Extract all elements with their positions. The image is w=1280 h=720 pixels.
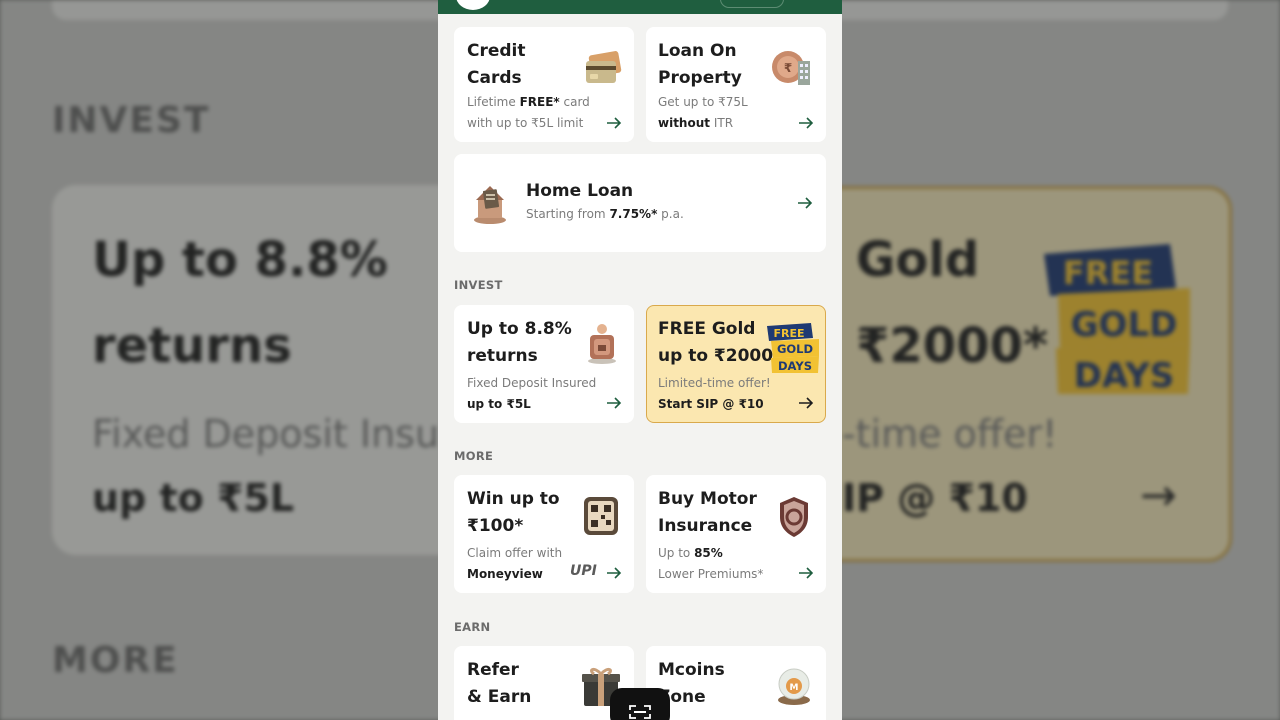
credit-cards-sub-2: with up to ₹5L limit (467, 116, 584, 130)
credit-cards-title-2: Cards (467, 68, 522, 88)
win-title-2: ₹100* (467, 516, 524, 536)
gold-sub-2: Start SIP @ ₹10 (658, 394, 764, 415)
qr-code-icon (584, 497, 618, 535)
win-title-1: Win up to (467, 489, 560, 509)
win-sub-2: Moneyview (467, 564, 543, 585)
arrow-right-icon[interactable] (798, 117, 814, 129)
upi-logo: UPI (570, 563, 597, 579)
house-document-icon (474, 186, 506, 224)
lop-title-1: Loan On (658, 41, 737, 61)
credit-sub-bold: FREE* (519, 95, 560, 109)
arrow-right-icon[interactable] (798, 397, 814, 409)
motor-title-2: Insurance (658, 516, 753, 536)
gold-title-1: FREE Gold (658, 319, 756, 339)
motor-title-1: Buy Motor (658, 489, 757, 509)
app-header (438, 0, 842, 14)
arrow-right-icon[interactable] (606, 397, 622, 409)
coin-building-icon: ₹ (772, 51, 810, 85)
lop-sub-bold: without (658, 116, 711, 130)
credit-cards-sub-1: Lifetime FREE* card (467, 92, 590, 113)
gold-sub-1: Limited-time offer! (658, 376, 771, 390)
refer-title-2: & Earn (467, 687, 532, 707)
home-sub-post: p.a. (657, 207, 684, 221)
fd-sub-bold: up to ₹5L (467, 397, 531, 411)
arrow-right-icon[interactable] (797, 197, 813, 209)
motor-insurance-card[interactable]: Buy Motor Insurance Up to 85% Lower Prem… (646, 475, 826, 593)
scan-icon (629, 705, 651, 719)
free-gold-card[interactable]: FREE Gold up to ₹2000* FREE GOLD DAYS Li… (646, 305, 826, 423)
shield-car-icon (780, 497, 808, 537)
motor-sub-1: Up to 85% (658, 543, 723, 564)
home-sub-bold: 7.75%* (609, 207, 658, 221)
piggy-bank-icon (588, 324, 616, 364)
svg-text:₹: ₹ (784, 61, 792, 75)
lop-sub-1: Get up to ₹75L (658, 95, 748, 109)
win-sub-1: Claim offer with (467, 546, 563, 560)
section-invest-heading: INVEST (454, 278, 503, 292)
home-loan-card[interactable]: Home Loan Starting from 7.75%* p.a. (454, 154, 826, 252)
refer-title-1: Refer (467, 660, 519, 680)
svg-text:M: M (790, 683, 799, 693)
credit-cards-card[interactable]: Credit Cards Lifetime FREE* card with up… (454, 27, 634, 142)
arrow-right-icon[interactable] (606, 567, 622, 579)
home-loan-sub: Starting from 7.75%* p.a. (526, 204, 684, 225)
lop-title-2: Property (658, 68, 742, 88)
motor-sub-bold: 85% (694, 546, 723, 560)
floating-action-button[interactable] (610, 688, 670, 720)
credit-sub-pre: Lifetime (467, 95, 520, 109)
gold-title-2: up to ₹2000* (658, 346, 782, 366)
credit-cards-title-1: Credit (467, 41, 526, 61)
win-sub-bold: Moneyview (467, 567, 543, 581)
fixed-deposit-card[interactable]: Up to 8.8% returns Fixed Deposit Insured… (454, 305, 634, 423)
refer-earn-card[interactable]: Refer & Earn (454, 646, 634, 720)
home-sub-pre: Starting from (526, 207, 610, 221)
lop-sub-post: ITR (710, 116, 734, 130)
avatar[interactable] (456, 0, 490, 10)
gold-badge-gold: GOLD (777, 342, 813, 356)
motor-sub-2: Lower Premiums* (658, 567, 764, 581)
mcoins-zone-card[interactable]: Mcoins Zone M (646, 646, 826, 720)
mcoins-title-1: Mcoins (658, 660, 725, 680)
arrow-right-icon[interactable] (606, 117, 622, 129)
coin-globe-icon: M (778, 668, 810, 705)
fd-sub-1: Fixed Deposit Insured (467, 376, 597, 390)
arrow-right-icon[interactable] (798, 567, 814, 579)
phone-screen: Credit Cards Lifetime FREE* card with up… (438, 0, 842, 720)
gold-sub-bold: Start SIP @ ₹10 (658, 397, 764, 411)
credit-sub-post: card (559, 95, 590, 109)
section-more-heading: MORE (454, 449, 494, 463)
gold-badge-free: FREE (773, 327, 804, 340)
fd-title-1: Up to 8.8% (467, 319, 572, 339)
motor-sub-pre: Up to (658, 546, 695, 560)
header-pill-button[interactable] (720, 0, 784, 8)
fd-title-2: returns (467, 346, 538, 366)
win-upi-card[interactable]: Win up to ₹100* Claim offer with Moneyvi… (454, 475, 634, 593)
credit-card-icon (586, 51, 622, 83)
gold-badge-days: DAYS (778, 359, 812, 373)
free-gold-days-badge-icon: FREE GOLD DAYS (767, 323, 819, 373)
loan-on-property-card[interactable]: Loan On Property ₹ Get up to ₹75L withou… (646, 27, 826, 142)
section-earn-heading: EARN (454, 620, 491, 634)
lop-sub-2: without ITR (658, 113, 733, 134)
home-loan-title: Home Loan (526, 181, 634, 201)
fd-sub-2: up to ₹5L (467, 394, 531, 415)
